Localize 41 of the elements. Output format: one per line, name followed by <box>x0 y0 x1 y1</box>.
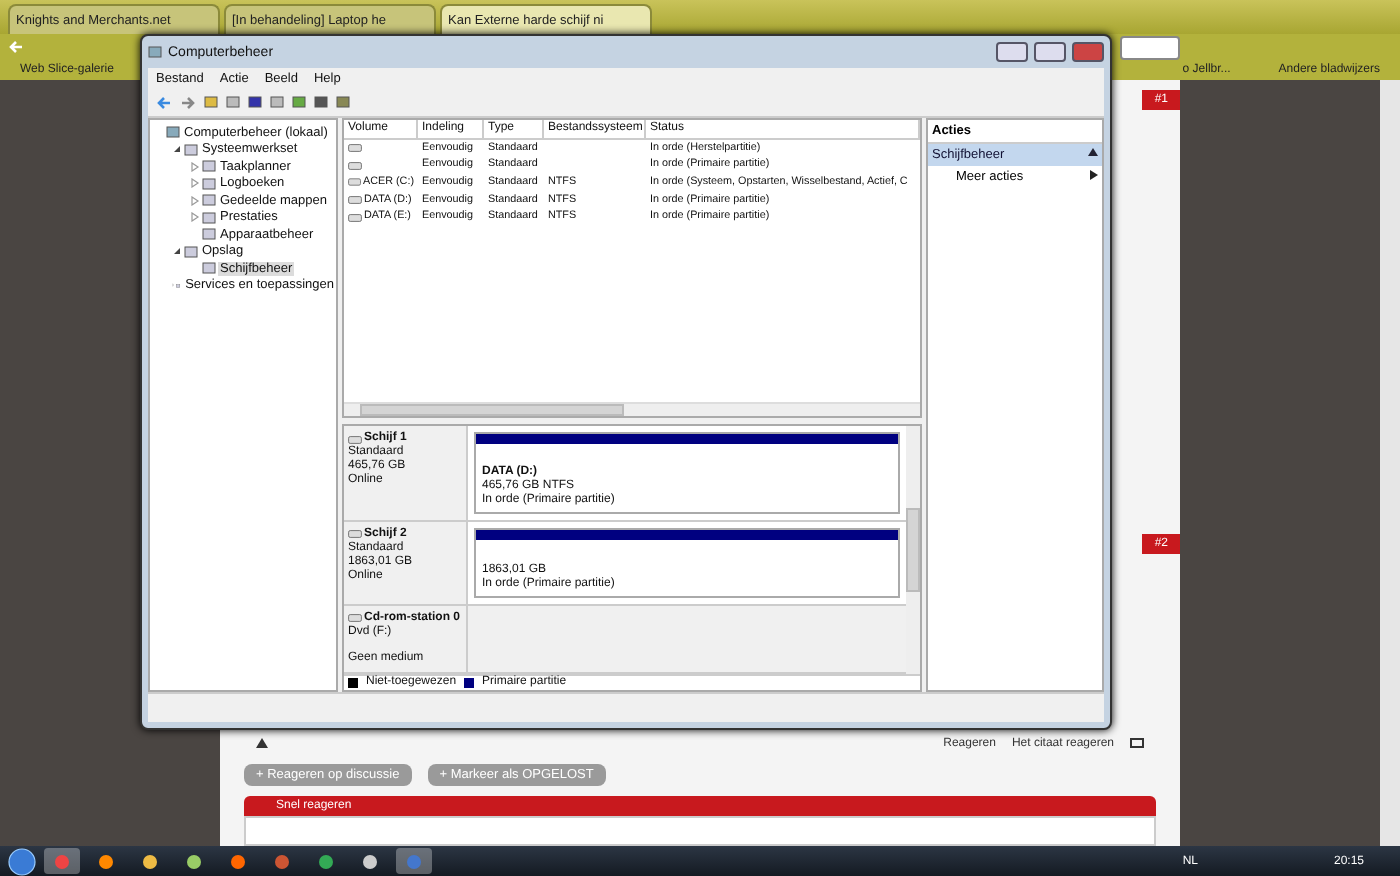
horizontal-scrollbar[interactable] <box>344 402 920 416</box>
forward-arrow-icon[interactable] <box>180 95 196 109</box>
drive-icon <box>348 435 362 443</box>
address-bar[interactable] <box>1120 35 1180 59</box>
start-button-icon[interactable] <box>8 847 36 875</box>
app-icon <box>142 853 158 869</box>
maximize-button[interactable] <box>1034 42 1066 62</box>
page-scrollbar[interactable] <box>1380 80 1400 846</box>
collapsed-arrow-icon[interactable] <box>190 178 200 189</box>
back-arrow-icon[interactable] <box>156 95 172 109</box>
tree-node-icon <box>184 245 198 258</box>
collapsed-arrow-icon[interactable] <box>190 161 200 172</box>
collapsed-arrow-icon[interactable] <box>190 212 200 223</box>
collapse-arrow-icon[interactable] <box>1088 148 1098 156</box>
app-icon <box>230 853 246 869</box>
tree-node-icon <box>166 126 180 139</box>
tree-node-icon <box>202 177 216 190</box>
warning-icon[interactable] <box>256 738 268 748</box>
vertical-scrollbar[interactable] <box>906 426 920 674</box>
tree-node-icon <box>202 160 216 173</box>
tree-node-icon <box>202 211 216 224</box>
drive-icon <box>348 530 362 539</box>
window-icon <box>148 46 162 58</box>
tree-node-icon <box>202 262 216 275</box>
minimize-button[interactable] <box>996 42 1028 62</box>
app-icon <box>98 853 114 869</box>
app-icon <box>54 853 70 869</box>
tree-node-icon <box>184 143 198 156</box>
app-icon <box>318 853 334 869</box>
submenu-arrow-icon <box>1090 170 1098 180</box>
app-icon <box>274 853 290 869</box>
tree-node-icon <box>202 228 216 241</box>
comment-icon[interactable] <box>1130 737 1144 749</box>
app-icon <box>186 853 202 869</box>
drive-icon <box>348 614 362 623</box>
collapsed-arrow-icon[interactable] <box>190 195 200 206</box>
tree-node-icon <box>202 194 216 207</box>
expanded-arrow-icon[interactable] <box>172 144 182 155</box>
app-icon <box>406 853 422 869</box>
app-icon <box>362 853 378 869</box>
expanded-arrow-icon[interactable] <box>172 246 182 257</box>
